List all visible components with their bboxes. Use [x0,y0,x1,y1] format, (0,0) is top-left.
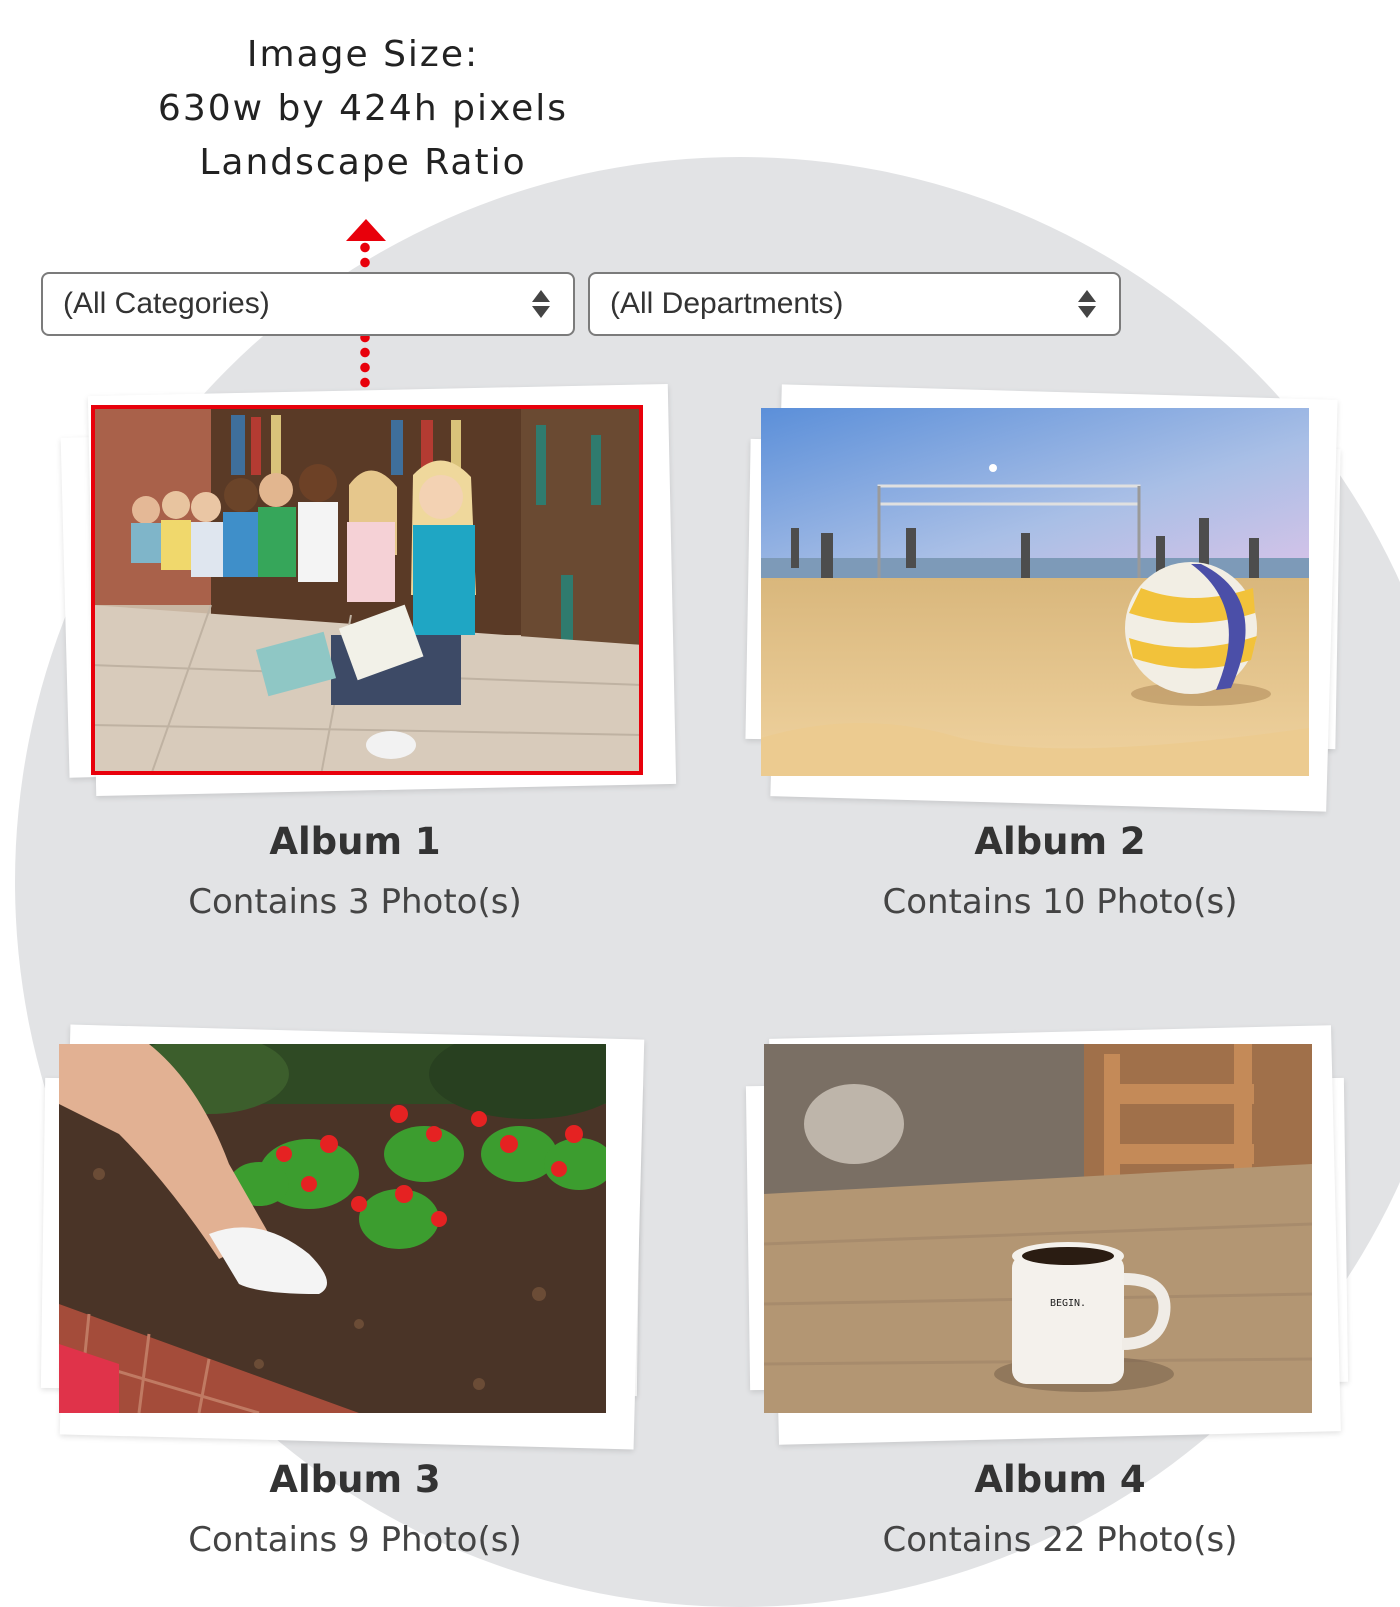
album-cover-image[interactable]: BEGIN. [764,1044,1312,1413]
department-select[interactable]: (All Departments) [588,272,1121,336]
album-card[interactable]: Album 1 Contains 3 Photo(s) [35,382,677,942]
mug-text: BEGIN. [1050,1298,1086,1309]
album-title[interactable]: Album 4 [740,1458,1380,1501]
planting-flowers-image [59,1044,606,1413]
image-size-annotation: Image Size: 630w by 424h pixels Landscap… [120,28,606,190]
select-caret-icon [531,288,551,320]
album-card[interactable]: BEGIN. Album 4 Contains 22 Photo(s) [740,1020,1380,1580]
album-cover-image[interactable] [59,1044,606,1413]
category-select-value: (All Categories) [63,287,270,320]
annotation-line-3: Landscape Ratio [199,142,527,183]
album-title[interactable]: Album 2 [740,820,1380,863]
beach-volleyball-image [761,408,1309,776]
album-cover-image[interactable] [91,405,643,775]
album-cover-image[interactable] [761,408,1309,776]
coffee-mug-image: BEGIN. [764,1044,1312,1413]
department-select-value: (All Departments) [610,287,844,320]
annotation-line-1: Image Size: [246,34,480,75]
album-photo-count: Contains 10 Photo(s) [882,882,1238,922]
album-photo-count: Contains 3 Photo(s) [188,882,522,922]
category-select[interactable]: (All Categories) [41,272,575,336]
album-title[interactable]: Album 3 [35,1458,675,1501]
album-title[interactable]: Album 1 [35,820,675,863]
album-card[interactable]: Album 3 Contains 9 Photo(s) [35,1020,675,1580]
album-card[interactable]: Album 2 Contains 10 Photo(s) [740,382,1380,942]
arrow-up-icon [346,219,386,241]
annotation-line-2: 630w by 424h pixels [157,88,569,129]
children-reading-image [91,405,643,775]
album-photo-count: Contains 22 Photo(s) [882,1520,1238,1560]
album-photo-count: Contains 9 Photo(s) [188,1520,522,1560]
select-caret-icon [1077,288,1097,320]
